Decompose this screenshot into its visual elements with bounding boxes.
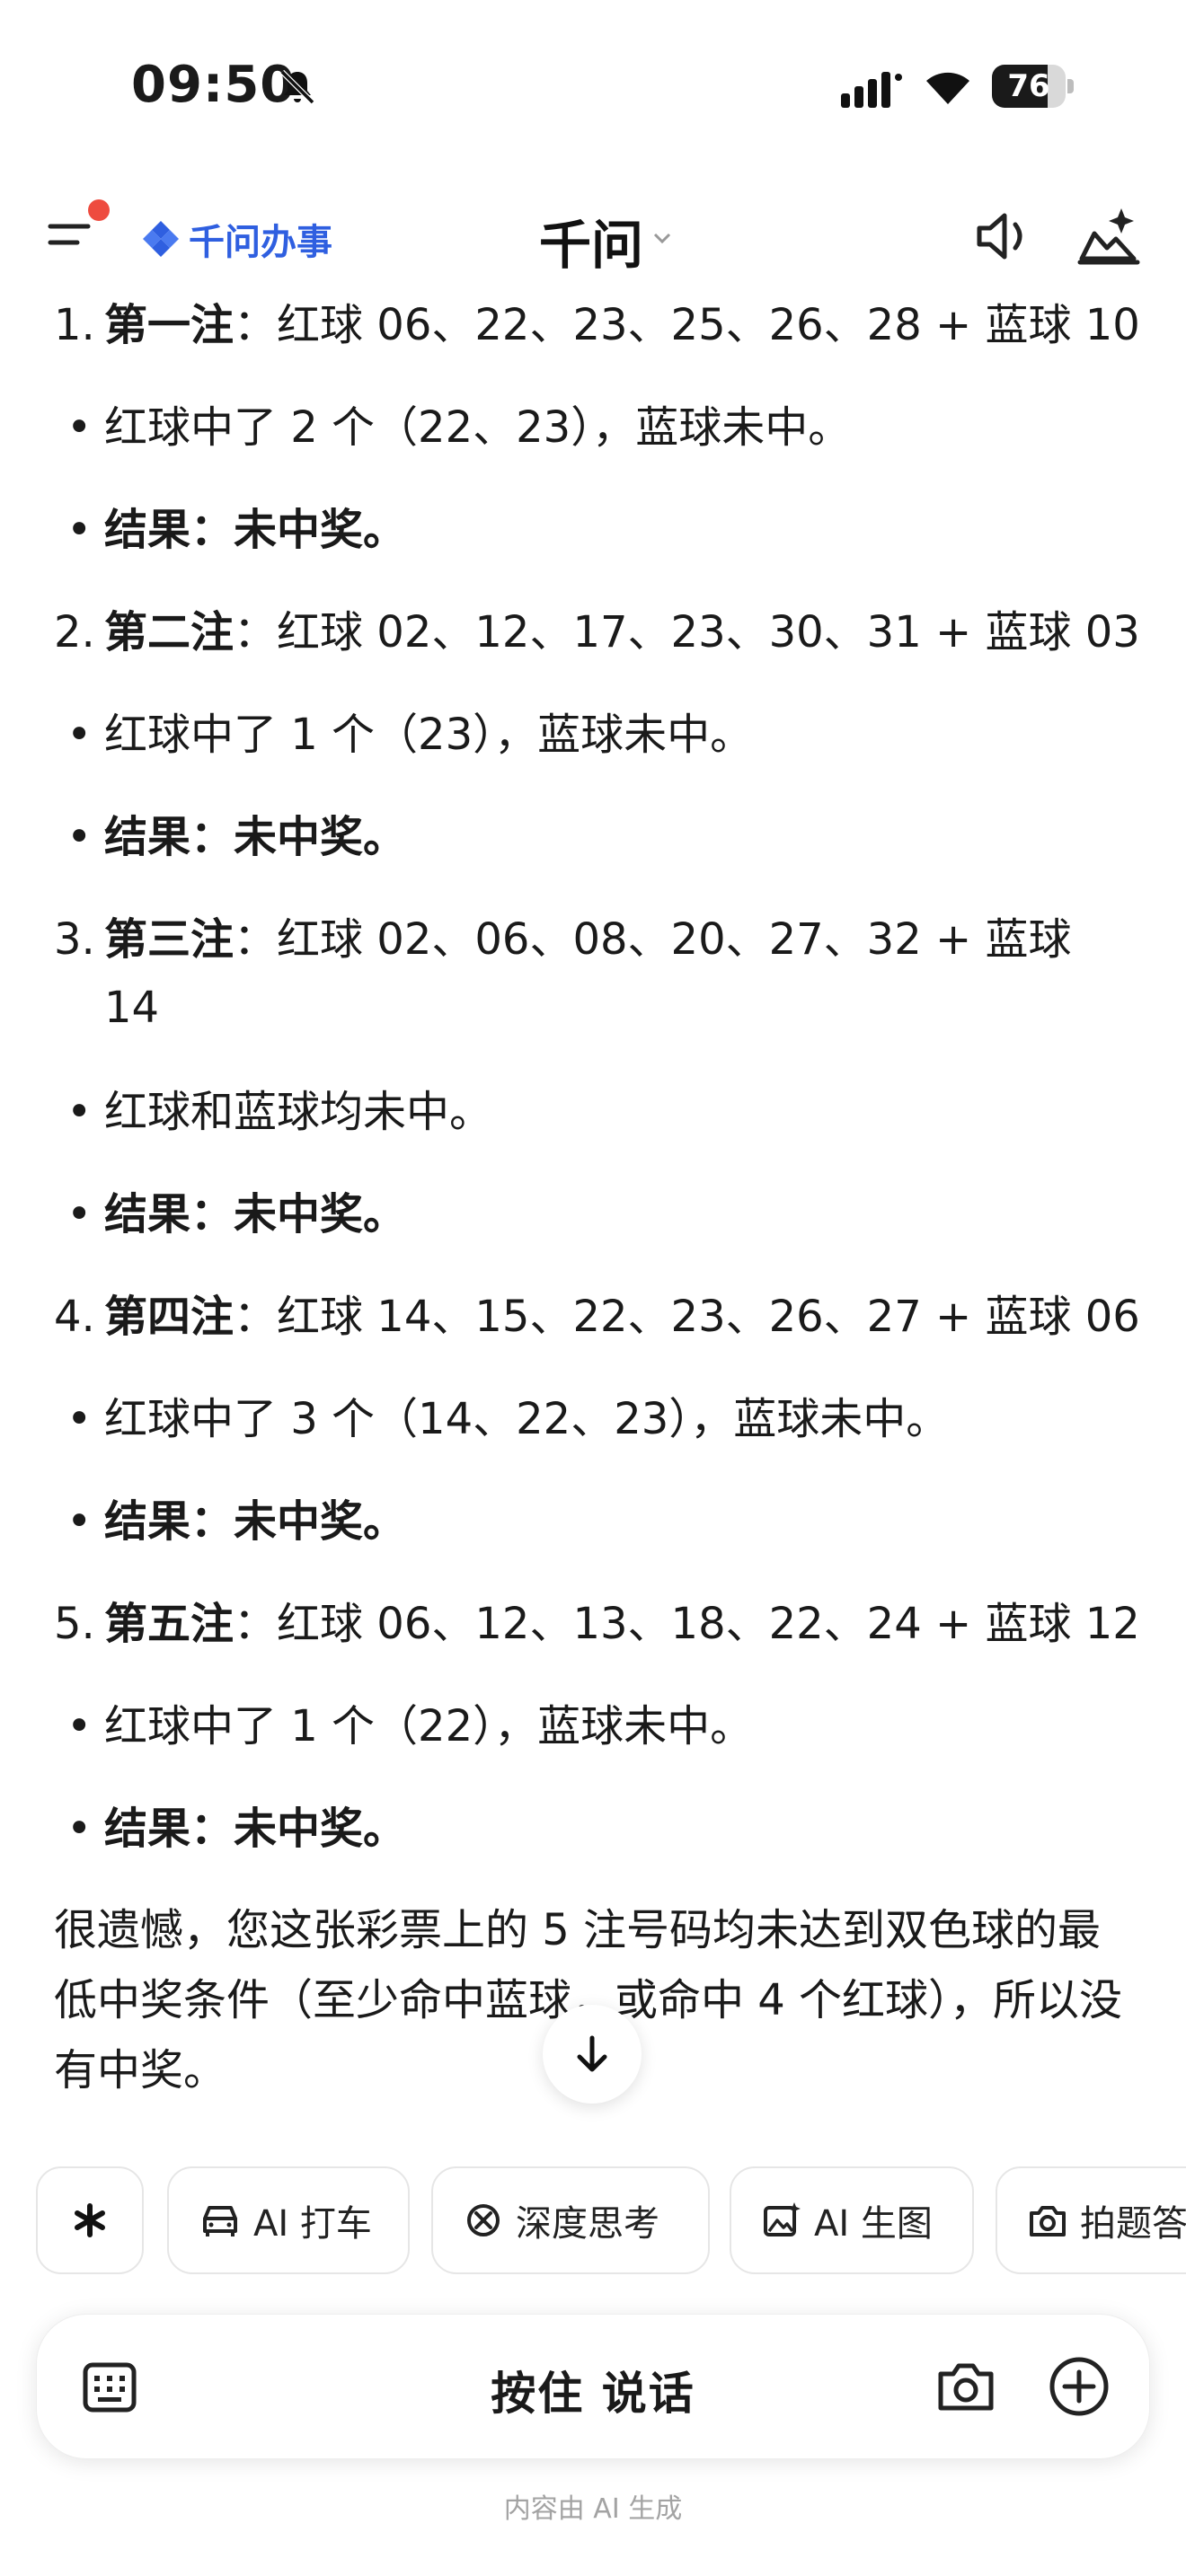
chip-ai-taxi[interactable]: AI 打车: [167, 2166, 410, 2274]
chip-deep-thinking[interactable]: 深度思考: [431, 2166, 710, 2274]
voice-input-bar[interactable]: 按住 说话: [36, 2314, 1150, 2459]
logo-text: 千问办事: [189, 222, 332, 263]
asterisk-icon: [75, 2203, 105, 2237]
chip-label: AI 生图: [814, 2203, 933, 2245]
camera-icon[interactable]: [934, 2354, 998, 2419]
ticket-line-3: 3. 第三注：红球 02、06、08、20、27、32 + 蓝球 14: [54, 905, 1159, 1042]
asterisk-chip[interactable]: [36, 2166, 144, 2274]
arrow-down-icon: [577, 2035, 607, 2072]
camera-icon: [1030, 2206, 1066, 2236]
list-number: 3.: [54, 914, 95, 965]
ticket-detail: 红球中了 1 个（23），蓝球未中。: [66, 701, 753, 769]
brain-icon: [467, 2204, 500, 2236]
ticket-label: 第一注: [104, 300, 235, 350]
status-bar: 09:50 76: [0, 0, 1186, 171]
image-icon: [764, 2202, 801, 2236]
ticket-numbers: 红球 06、12、13、18、22、24 + 蓝球 12: [277, 1599, 1140, 1649]
chip-label: AI 打车: [253, 2203, 372, 2245]
signal-icon: [841, 72, 902, 108]
ticket-result: 结果：未中奖。: [66, 803, 406, 871]
ticket-detail: 红球和蓝球均未中。: [66, 1078, 492, 1146]
ticket-numbers: 红球 02、12、17、23、30、31 + 蓝球 03: [277, 607, 1140, 657]
quick-action-chips: AI 打车 深度思考 AI 生图 拍题答: [0, 2166, 1186, 2278]
ticket-result: 结果：未中奖。: [66, 1487, 406, 1556]
scroll-to-bottom-button[interactable]: [543, 2005, 642, 2104]
ticket-label: 第四注: [104, 1292, 235, 1342]
ticket-detail: 红球中了 2 个（22、23），蓝球未中。: [66, 393, 851, 462]
ticket-numbers: 红球 06、22、23、25、26、28 + 蓝球 10: [277, 300, 1140, 350]
ticket-result: 结果：未中奖。: [66, 1180, 406, 1248]
sparkle-image-icon[interactable]: [1075, 203, 1143, 271]
ticket-detail: 红球中了 1 个（22），蓝球未中。: [66, 1692, 753, 1760]
list-number: 4.: [54, 1292, 95, 1342]
ai-disclaimer: 内容由 AI 生成: [503, 2493, 683, 2525]
ticket-detail: 红球中了 3 个（14、22、23），蓝球未中。: [66, 1385, 949, 1453]
app-title[interactable]: 千问: [539, 203, 643, 278]
battery-percent: 76: [1007, 68, 1050, 104]
chevron-down-icon[interactable]: [651, 226, 674, 250]
chat-content: 1. 第一注：红球 06、22、23、25、26、28 + 蓝球 10 红球中了…: [0, 278, 1186, 2095]
notification-dot: [88, 199, 110, 221]
ticket-numbers: 红球 14、15、22、23、26、27 + 蓝球 06: [277, 1292, 1140, 1342]
ticket-label: 第二注: [104, 607, 235, 657]
ticket-numbers: 红球 02、06、08、20、27、32 + 蓝球 14: [104, 914, 1072, 1033]
chip-ai-image[interactable]: AI 生图: [730, 2166, 974, 2274]
list-number: 5.: [54, 1599, 95, 1649]
bell-muted-icon: [279, 69, 315, 105]
chip-label: 深度思考: [516, 2203, 659, 2245]
ticket-label: 第三注: [104, 914, 235, 965]
chip-photo-answer[interactable]: 拍题答: [996, 2166, 1186, 2274]
wifi-icon: [926, 72, 969, 104]
qianwen-logo[interactable]: 千问办事: [140, 214, 332, 264]
car-icon: [203, 2206, 237, 2236]
chip-label: 拍题答: [1080, 2203, 1186, 2245]
ticket-result: 结果：未中奖。: [66, 496, 406, 564]
logo-icon: [143, 221, 179, 257]
status-time: 09:50: [131, 56, 296, 114]
plus-circle-icon[interactable]: [1047, 2354, 1111, 2419]
ticket-result: 结果：未中奖。: [66, 1795, 406, 1863]
speaker-icon[interactable]: [970, 205, 1033, 268]
ticket-label: 第五注: [104, 1599, 235, 1649]
battery-indicator: 76: [992, 65, 1075, 108]
list-number: 2.: [54, 607, 95, 657]
list-number: 1.: [54, 300, 95, 350]
